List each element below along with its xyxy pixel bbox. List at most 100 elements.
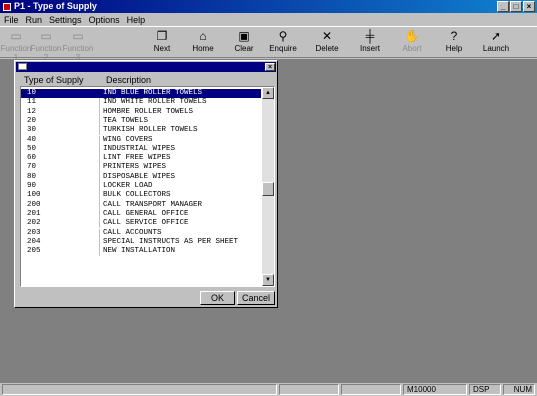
list-item[interactable]: 90 LOCKER LOAD bbox=[21, 182, 261, 192]
list-item[interactable]: 40 WING COVERS bbox=[21, 135, 261, 145]
dialog-system-icon[interactable] bbox=[18, 63, 27, 70]
supply-description: INDUSTRIAL WIPES bbox=[103, 144, 176, 153]
list-item[interactable]: 204 SPECIAL INSTRUCTS AS PER SHEET bbox=[21, 237, 261, 248]
list-item[interactable]: 80 DISPOSABLE WIPES bbox=[21, 172, 261, 182]
launch-icon: ➚ bbox=[490, 29, 502, 43]
list-item[interactable]: 50 INDUSTRIAL WIPES bbox=[21, 144, 261, 155]
status-pane-2 bbox=[279, 384, 339, 395]
window-title: P1 - Type of Supply bbox=[14, 1, 97, 11]
column-header-type[interactable]: Type of Supply bbox=[24, 75, 84, 85]
supply-description: BULK COLLECTORS bbox=[103, 191, 171, 200]
toolbar: ▭ Function 1 ▭ Function 2 ▭ Function 3 ❐ Next ⌂ H… bbox=[0, 26, 537, 62]
clear-icon: ▣ bbox=[238, 29, 250, 43]
status-mode: DSP bbox=[469, 384, 501, 395]
toolbar-help-button[interactable]: ? Help bbox=[434, 29, 474, 57]
supply-code: 205 bbox=[27, 247, 41, 256]
list-item[interactable]: 11 IND WHITE ROLLER TOWELS bbox=[21, 98, 261, 108]
delete-icon: ✕ bbox=[321, 29, 333, 43]
list-item[interactable]: 60 LINT FREE WIPES bbox=[21, 154, 261, 164]
column-divider bbox=[99, 107, 100, 117]
help-icon: ? bbox=[450, 29, 458, 43]
list-item[interactable]: 205 NEW INSTALLATION bbox=[21, 247, 261, 257]
toolbar-button-label: Abort bbox=[402, 44, 422, 53]
scroll-thumb[interactable] bbox=[262, 182, 274, 196]
status-code: M10000 bbox=[403, 384, 467, 395]
insert-icon: ╪ bbox=[365, 29, 375, 43]
app-icon[interactable] bbox=[3, 3, 11, 11]
menu-run[interactable]: Run bbox=[26, 15, 43, 25]
supply-code: 90 bbox=[27, 182, 37, 190]
supply-description: CALL ACCOUNTS bbox=[103, 228, 162, 237]
toolbar-function-2-button[interactable]: ▭ Function 2 bbox=[30, 29, 62, 62]
supply-code: 201 bbox=[27, 209, 41, 218]
scroll-down-icon[interactable]: ▼ bbox=[262, 274, 274, 286]
toolbar-delete-button[interactable]: ✕ Delete bbox=[307, 29, 347, 57]
menu-file[interactable]: File bbox=[4, 15, 19, 25]
cancel-button[interactable]: Cancel bbox=[237, 291, 275, 305]
column-divider bbox=[99, 200, 100, 210]
minimize-button[interactable]: _ bbox=[497, 1, 509, 12]
column-divider bbox=[99, 144, 100, 155]
function1-icon: ▭ bbox=[10, 29, 22, 43]
list-scrollbar[interactable]: ▲ ▼ bbox=[262, 87, 274, 286]
status-bar: M10000 DSP NUM bbox=[0, 383, 537, 396]
maximize-button[interactable]: □ bbox=[510, 1, 522, 12]
menu-options[interactable]: Options bbox=[89, 15, 120, 25]
supply-list[interactable]: 205 NEW INSTALLATION 204 SPECIAL INSTRUCTS … bbox=[20, 86, 275, 287]
column-header-description[interactable]: Description bbox=[106, 75, 151, 85]
function3-icon: ▭ bbox=[72, 29, 84, 43]
toolbar-home-button[interactable]: ⌂ Home bbox=[183, 29, 223, 57]
list-item[interactable]: 20 TEA TOWELS bbox=[21, 116, 261, 127]
toolbar-next-button[interactable]: ❐ Next bbox=[142, 29, 182, 57]
supply-description: PRINTERS WIPES bbox=[103, 163, 167, 172]
list-item[interactable]: 12 HOMBRE ROLLER TOWELS bbox=[21, 107, 261, 117]
toolbar-launch-button[interactable]: ➚ Launch bbox=[476, 29, 516, 57]
toolbar-button-label: Next bbox=[153, 44, 171, 53]
supply-description: LINT FREE WIPES bbox=[103, 154, 171, 163]
menu-settings[interactable]: Settings bbox=[49, 15, 82, 25]
list-item[interactable]: 203 CALL ACCOUNTS bbox=[21, 228, 261, 238]
toolbar-abort-button[interactable]: ✋ Abort bbox=[392, 29, 432, 57]
ok-button[interactable]: OK bbox=[200, 291, 235, 305]
supply-description: DISPOSABLE WIPES bbox=[103, 172, 176, 181]
list-item[interactable]: 200 CALL TRANSPORT MANAGER bbox=[21, 200, 261, 210]
dialog-close-icon[interactable]: × bbox=[265, 63, 275, 71]
column-divider bbox=[99, 182, 100, 192]
type-of-supply-dialog: × Type of Supply Description 205 NEW INST… bbox=[14, 60, 278, 308]
supply-code: 203 bbox=[27, 228, 41, 237]
function2-icon: ▭ bbox=[40, 29, 52, 43]
supply-code: 12 bbox=[27, 107, 37, 116]
column-divider bbox=[99, 98, 100, 108]
list-item[interactable]: 70 PRINTERS WIPES bbox=[21, 163, 261, 173]
magnifier-icon: ⚲ bbox=[278, 29, 288, 43]
supply-description: NEW INSTALLATION bbox=[103, 247, 176, 256]
list-item[interactable]: 202 CALL SERVICE OFFICE bbox=[21, 219, 261, 229]
menu-bar: File Run Settings Options Help bbox=[0, 13, 537, 26]
toolbar-enquire-button[interactable]: ⚲ Enquire bbox=[263, 29, 303, 57]
menu-help[interactable]: Help bbox=[127, 15, 146, 25]
close-button[interactable]: × bbox=[523, 1, 535, 12]
column-divider bbox=[99, 172, 100, 182]
title-bar: P1 - Type of Supply _ □ × bbox=[0, 0, 537, 13]
next-page-icon: ❐ bbox=[156, 29, 168, 43]
list-item[interactable]: 10 IND BLUE ROLLER TOWELS bbox=[21, 89, 261, 99]
status-pane-3 bbox=[341, 384, 401, 395]
supply-code: 60 bbox=[27, 154, 37, 163]
column-divider bbox=[99, 116, 100, 127]
column-divider bbox=[99, 209, 100, 220]
list-item[interactable]: 100 BULK COLLECTORS bbox=[21, 191, 261, 201]
scroll-up-icon[interactable]: ▲ bbox=[262, 87, 274, 99]
list-item[interactable]: 30 TURKISH ROLLER TOWELS bbox=[21, 126, 261, 136]
supply-code: 100 bbox=[27, 191, 41, 200]
list-item[interactable]: 201 CALL GENERAL OFFICE bbox=[21, 209, 261, 220]
column-divider bbox=[99, 163, 100, 173]
toolbar-clear-button[interactable]: ▣ Clear bbox=[224, 29, 264, 57]
toolbar-button-label: Insert bbox=[359, 44, 380, 53]
toolbar-insert-button[interactable]: ╪ Insert bbox=[350, 29, 390, 57]
supply-description: SPECIAL INSTRUCTS AS PER SHEET bbox=[103, 237, 239, 246]
toolbar-function-3-button[interactable]: ▭ Function 3 bbox=[62, 29, 94, 62]
toolbar-function-1-button[interactable]: ▭ Function 1 bbox=[0, 29, 32, 62]
toolbar-button-label: Home bbox=[192, 44, 214, 53]
supply-code: 40 bbox=[27, 135, 37, 144]
supply-description: CALL GENERAL OFFICE bbox=[103, 209, 189, 218]
